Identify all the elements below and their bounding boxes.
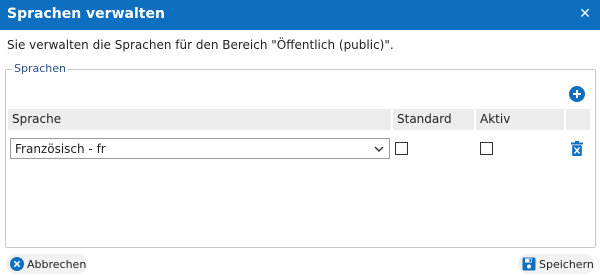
dialog-title: Sprachen verwalten: [7, 6, 165, 22]
floppy-disk-icon: [522, 257, 536, 271]
chevron-down-icon: [374, 146, 384, 152]
language-select[interactable]: Französisch - fr: [10, 138, 390, 159]
cancel-button-label: Abbrechen: [27, 258, 87, 271]
save-button-label: Speichern: [539, 258, 594, 271]
plus-circle-icon[interactable]: [569, 86, 585, 102]
column-header-aktiv: Aktiv: [476, 109, 564, 130]
cancel-circle-icon: [10, 257, 24, 271]
language-select-value: Französisch - fr: [15, 142, 106, 156]
dialog-titlebar: Sprachen verwalten ✕: [0, 0, 600, 30]
standard-checkbox[interactable]: [395, 142, 408, 155]
table-row: Französisch - fr: [8, 136, 590, 160]
dialog-intro-text: Sie verwalten die Sprachen für den Berei…: [7, 38, 394, 52]
fieldset-legend: Sprachen: [12, 62, 68, 75]
close-icon[interactable]: ✕: [578, 7, 592, 21]
trash-icon[interactable]: [571, 141, 583, 156]
save-button[interactable]: Speichern: [518, 254, 594, 274]
column-header-sprache: Sprache: [8, 109, 391, 130]
cancel-button[interactable]: Abbrechen: [6, 254, 87, 274]
column-header-standard: Standard: [393, 109, 474, 130]
aktiv-checkbox[interactable]: [480, 142, 493, 155]
table-header: Sprache Standard Aktiv: [8, 109, 590, 130]
column-header-actions: [566, 109, 590, 130]
